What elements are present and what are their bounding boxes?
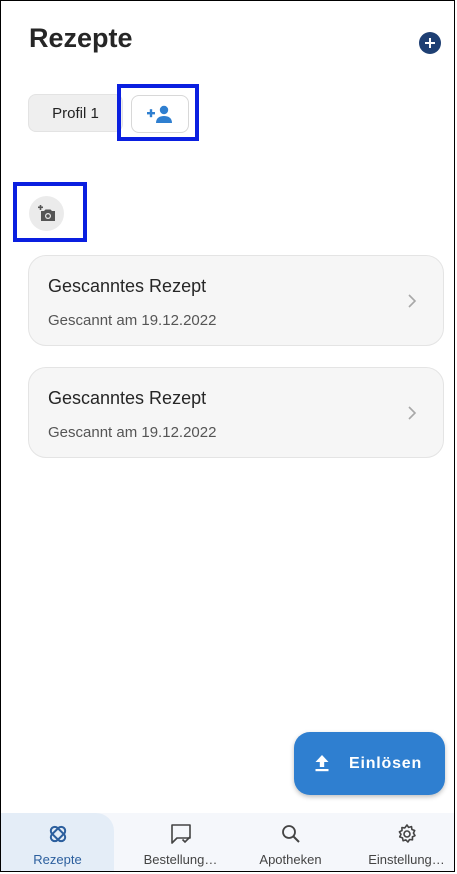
profile-chip-label: Profil 1	[52, 104, 99, 122]
nav-label-apotheken: Apotheken	[259, 852, 322, 867]
add-prescription-button[interactable]	[419, 32, 441, 54]
prescription-card[interactable]: Gescanntes Rezept Gescannt am 19.12.2022	[28, 367, 444, 458]
nav-item-einstellungen[interactable]: Einstellung…	[350, 813, 454, 871]
add-profile-highlight	[117, 84, 199, 141]
chevron-right-icon	[408, 406, 417, 420]
gear-icon	[398, 824, 416, 843]
profile-chip[interactable]: Profil 1	[28, 94, 123, 132]
nav-label-einstellungen: Einstellung…	[368, 852, 445, 867]
message-check-icon	[170, 824, 191, 844]
redeem-button[interactable]: Einlösen	[294, 732, 445, 795]
nav-label-bestellungen: Bestellung…	[143, 852, 218, 867]
nav-label-rezepte: Rezepte	[33, 852, 82, 867]
prescription-pill-icon	[49, 825, 66, 843]
bottom-navigation: Rezepte Bestellung… Apotheken Einstellun…	[1, 813, 454, 871]
add-profile-button[interactable]	[131, 95, 189, 133]
redeem-button-label: Einlösen	[349, 755, 423, 772]
prescription-card[interactable]: Gescanntes Rezept Gescannt am 19.12.2022	[28, 255, 444, 346]
prescription-title: Gescanntes Rezept	[48, 388, 207, 408]
scan-camera-button[interactable]	[29, 196, 64, 231]
prescription-date: Gescannt am 19.12.2022	[48, 424, 217, 441]
app-screen: Rezepte Profil 1 Gescanntes Rezept Gesca…	[0, 0, 455, 872]
nav-item-bestellungen[interactable]: Bestellung…	[124, 813, 237, 871]
upload-icon	[315, 755, 329, 772]
search-icon	[281, 825, 300, 843]
chevron-right-icon	[408, 294, 417, 308]
add-camera-icon	[37, 204, 55, 221]
prescription-date: Gescannt am 19.12.2022	[48, 312, 217, 329]
nav-item-rezepte[interactable]: Rezepte	[1, 813, 114, 871]
page-title: Rezepte	[29, 23, 133, 53]
camera-highlight	[13, 182, 87, 242]
nav-item-apotheken[interactable]: Apotheken	[234, 813, 347, 871]
plus-circle-icon	[425, 38, 435, 48]
add-person-icon	[147, 105, 172, 123]
prescription-title: Gescanntes Rezept	[48, 276, 207, 296]
